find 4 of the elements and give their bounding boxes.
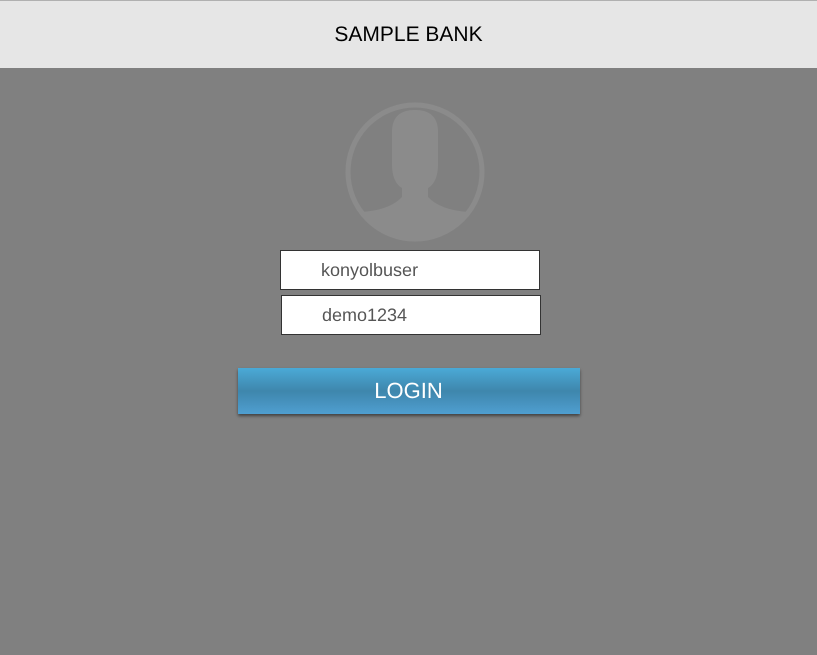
app-title: SAMPLE BANK (334, 22, 483, 46)
username-field[interactable]: konyolbuser (280, 250, 540, 290)
login-button[interactable]: LOGIN (238, 368, 580, 414)
password-field[interactable]: demo1234 (281, 295, 541, 335)
